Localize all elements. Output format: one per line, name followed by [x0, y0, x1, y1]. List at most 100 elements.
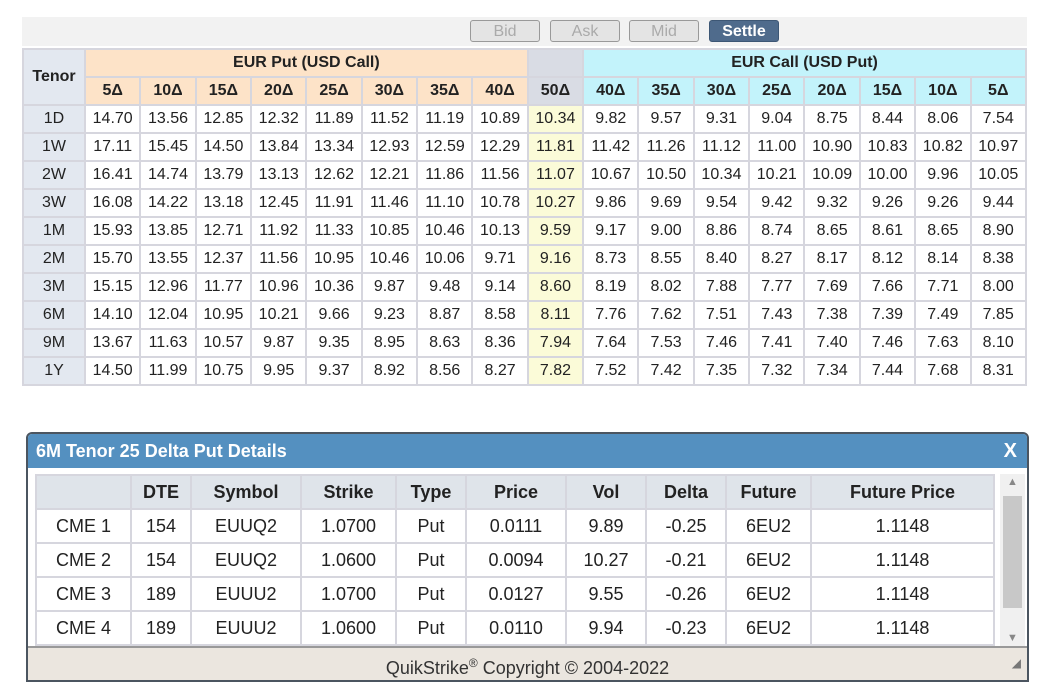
vol-cell[interactable]: 11.07 — [526, 160, 585, 190]
vol-cell[interactable]: 14.50 — [194, 132, 253, 162]
vol-cell[interactable]: 8.86 — [692, 216, 751, 246]
vol-cell[interactable]: 13.85 — [139, 216, 197, 246]
vol-cell[interactable]: 12.04 — [139, 300, 197, 330]
vol-cell[interactable]: 9.37 — [305, 356, 363, 386]
vol-cell[interactable]: 10.97 — [969, 132, 1027, 162]
vol-cell[interactable]: 11.00 — [748, 132, 806, 162]
vol-cell[interactable]: 12.32 — [250, 104, 308, 134]
vol-cell[interactable]: 14.74 — [139, 160, 197, 190]
vol-cell[interactable]: 12.45 — [250, 188, 308, 218]
vol-cell[interactable]: 8.12 — [858, 244, 917, 274]
vol-cell[interactable]: 7.76 — [582, 300, 640, 330]
vol-cell[interactable]: 14.22 — [139, 188, 197, 218]
vol-cell[interactable]: 12.93 — [360, 132, 419, 162]
vol-cell[interactable]: 11.56 — [250, 244, 308, 274]
vol-cell[interactable]: 8.63 — [416, 328, 474, 358]
vol-cell[interactable]: 10.95 — [305, 244, 363, 274]
vol-cell[interactable]: 12.21 — [360, 160, 419, 190]
vol-cell[interactable]: 14.70 — [83, 104, 142, 134]
vol-cell[interactable]: 16.41 — [83, 160, 142, 190]
vol-cell[interactable]: 10.06 — [416, 244, 474, 274]
vol-cell[interactable]: 9.26 — [858, 188, 917, 218]
vol-cell[interactable]: 8.38 — [969, 244, 1027, 274]
vol-cell[interactable]: 13.18 — [194, 188, 253, 218]
vol-cell[interactable]: 12.85 — [194, 104, 253, 134]
vol-cell[interactable]: 7.53 — [637, 328, 695, 358]
vol-cell[interactable]: 9.57 — [637, 104, 695, 134]
vol-cell[interactable]: 9.95 — [250, 356, 308, 386]
vol-cell[interactable]: 10.36 — [305, 272, 363, 302]
vol-cell[interactable]: 15.93 — [83, 216, 142, 246]
vol-cell[interactable]: 10.67 — [582, 160, 640, 190]
vol-cell[interactable]: 10.05 — [969, 160, 1027, 190]
vol-cell[interactable]: 9.04 — [748, 104, 806, 134]
vol-cell[interactable]: 10.21 — [250, 300, 308, 330]
vol-cell[interactable]: 8.27 — [748, 244, 806, 274]
vol-cell[interactable]: 7.54 — [969, 104, 1027, 134]
vol-cell[interactable]: 13.79 — [194, 160, 253, 190]
vol-cell[interactable]: 8.90 — [969, 216, 1027, 246]
vol-cell[interactable]: 7.40 — [803, 328, 861, 358]
vol-cell[interactable]: 10.13 — [471, 216, 529, 246]
vol-cell[interactable]: 10.95 — [194, 300, 253, 330]
vol-cell[interactable]: 9.87 — [250, 328, 308, 358]
ask-button[interactable]: Ask — [550, 20, 620, 42]
vol-cell[interactable]: 7.66 — [858, 272, 917, 302]
vol-cell[interactable]: 10.00 — [858, 160, 917, 190]
vol-cell[interactable]: 7.46 — [692, 328, 751, 358]
vol-cell[interactable]: 8.27 — [471, 356, 529, 386]
vol-cell[interactable]: 11.77 — [194, 272, 253, 302]
vol-cell[interactable]: 9.26 — [914, 188, 972, 218]
vol-cell[interactable]: 10.89 — [471, 104, 529, 134]
vol-cell[interactable]: 8.65 — [803, 216, 861, 246]
vol-cell[interactable]: 9.42 — [748, 188, 806, 218]
vol-cell[interactable]: 8.40 — [692, 244, 751, 274]
scroll-up-icon[interactable]: ▲ — [1000, 476, 1025, 488]
vol-cell[interactable]: 7.38 — [803, 300, 861, 330]
vol-cell[interactable]: 7.85 — [969, 300, 1027, 330]
vol-cell[interactable]: 11.46 — [360, 188, 419, 218]
mid-button[interactable]: Mid — [629, 20, 699, 42]
vol-cell[interactable]: 9.71 — [471, 244, 529, 274]
vol-cell[interactable]: 10.78 — [471, 188, 529, 218]
vol-cell[interactable]: 8.65 — [914, 216, 972, 246]
vol-cell[interactable]: 9.32 — [803, 188, 861, 218]
vol-cell[interactable]: 8.36 — [471, 328, 529, 358]
vol-cell[interactable]: 12.59 — [416, 132, 474, 162]
vol-cell[interactable]: 11.86 — [416, 160, 474, 190]
vol-cell[interactable]: 11.33 — [305, 216, 363, 246]
vol-cell[interactable]: 10.50 — [637, 160, 695, 190]
details-scrollbar[interactable]: ▲ ▼ — [1000, 474, 1025, 646]
vol-cell[interactable]: 11.99 — [139, 356, 197, 386]
vol-cell[interactable]: 9.96 — [914, 160, 972, 190]
vol-cell[interactable]: 12.71 — [194, 216, 253, 246]
vol-cell[interactable]: 8.56 — [416, 356, 474, 386]
vol-cell[interactable]: 8.55 — [637, 244, 695, 274]
vol-cell[interactable]: 14.50 — [83, 356, 142, 386]
vol-cell[interactable]: 10.46 — [416, 216, 474, 246]
vol-cell[interactable]: 8.58 — [471, 300, 529, 330]
vol-cell[interactable]: 13.55 — [139, 244, 197, 274]
vol-cell[interactable]: 9.66 — [305, 300, 363, 330]
vol-cell[interactable]: 9.31 — [692, 104, 751, 134]
vol-cell[interactable]: 11.56 — [471, 160, 529, 190]
vol-cell[interactable]: 10.34 — [692, 160, 751, 190]
vol-cell[interactable]: 11.92 — [250, 216, 308, 246]
vol-cell[interactable]: 11.52 — [360, 104, 419, 134]
vol-cell[interactable]: 8.92 — [360, 356, 419, 386]
vol-cell[interactable]: 9.23 — [360, 300, 419, 330]
vol-cell[interactable]: 9.17 — [582, 216, 640, 246]
close-icon[interactable]: X — [1004, 434, 1017, 468]
vol-cell[interactable]: 8.19 — [582, 272, 640, 302]
vol-cell[interactable]: 10.09 — [803, 160, 861, 190]
vol-cell[interactable]: 7.41 — [748, 328, 806, 358]
vol-cell[interactable]: 8.11 — [526, 300, 585, 330]
vol-cell[interactable]: 8.61 — [858, 216, 917, 246]
vol-cell[interactable]: 15.45 — [139, 132, 197, 162]
vol-cell[interactable]: 9.16 — [526, 244, 585, 274]
vol-cell[interactable]: 7.34 — [803, 356, 861, 386]
vol-cell[interactable]: 7.52 — [582, 356, 640, 386]
vol-cell[interactable]: 7.39 — [858, 300, 917, 330]
vol-cell[interactable]: 9.87 — [360, 272, 419, 302]
vol-cell[interactable]: 11.19 — [416, 104, 474, 134]
